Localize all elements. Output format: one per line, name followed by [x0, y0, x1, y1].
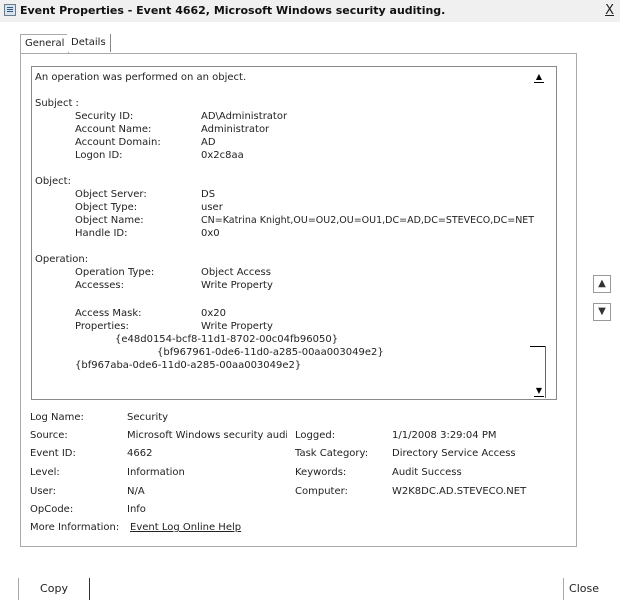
- access-mask-label: Access Mask:: [75, 308, 142, 319]
- close-button[interactable]: Close: [563, 578, 604, 600]
- log-name-label: Log Name:: [30, 412, 84, 423]
- subject-heading: Subject :: [35, 98, 79, 109]
- event-id-label: Event ID:: [30, 448, 76, 459]
- source-value: Microsoft Windows security auditii: [127, 430, 287, 441]
- security-id-value: AD\Administrator: [201, 111, 288, 122]
- event-id-value: 4662: [127, 448, 153, 459]
- object-heading: Object:: [35, 176, 71, 187]
- tab-general[interactable]: General: [20, 34, 70, 55]
- security-id-label: Security ID:: [75, 111, 134, 122]
- logged-value: 1/1/2008 3:29:04 PM: [392, 430, 497, 441]
- level-label: Level:: [30, 467, 60, 478]
- title-bar: Event Properties - Event 4662, Microsoft…: [0, 0, 620, 22]
- account-name-value: Administrator: [201, 124, 270, 135]
- account-name-label: Account Name:: [75, 124, 152, 135]
- user-value: N/A: [127, 486, 145, 497]
- object-type-label: Object Type:: [75, 202, 138, 213]
- accesses-label: Accesses:: [75, 280, 124, 291]
- keywords-label: Keywords:: [295, 467, 347, 478]
- property-guid-3: {bf967aba-0de6-11d0-a285-00aa003049e2}: [75, 360, 302, 371]
- computer-label: Computer:: [295, 486, 348, 497]
- arrow-up-icon: ▲: [598, 278, 606, 289]
- scroll-down-arrow-icon[interactable]: ▼: [534, 386, 544, 397]
- object-server-value: DS: [201, 189, 216, 200]
- event-log-online-help-link[interactable]: Event Log Online Help: [130, 522, 241, 533]
- operation-type-value: Object Access: [201, 267, 271, 278]
- previous-event-button[interactable]: ▲: [593, 275, 611, 293]
- operation-heading: Operation:: [35, 254, 89, 265]
- scroll-line: [530, 346, 546, 347]
- logged-label: Logged:: [295, 430, 336, 441]
- property-guid-1: {e48d0154-bcf8-11d1-8702-00c04fb96050}: [115, 334, 339, 345]
- source-label: Source:: [30, 430, 68, 441]
- window-title: Event Properties - Event 4662, Microsoft…: [20, 4, 446, 17]
- task-category-label: Task Category:: [295, 448, 369, 459]
- object-name-value: CN=Katrina Knight,OU=OU2,OU=OU1,DC=AD,DC…: [201, 215, 535, 226]
- property-guid-2: {bf967961-0de6-11d0-a285-00aa003049e2}: [157, 347, 384, 358]
- logon-id-label: Logon ID:: [75, 150, 123, 161]
- computer-value: W2K8DC.AD.STEVECO.NET: [392, 486, 527, 497]
- logon-id-value: 0x2c8aa: [201, 150, 244, 161]
- opcode-value: Info: [127, 504, 146, 515]
- log-name-value: Security: [127, 412, 169, 423]
- object-type-value: user: [201, 202, 223, 213]
- event-properties-icon: [4, 4, 16, 16]
- object-name-label: Object Name:: [75, 215, 144, 226]
- copy-button[interactable]: Copy: [18, 578, 90, 600]
- access-mask-value: 0x20: [201, 308, 227, 319]
- properties-label: Properties:: [75, 321, 129, 332]
- opcode-label: OpCode:: [30, 504, 74, 515]
- level-value: Information: [127, 467, 185, 478]
- account-domain-label: Account Domain:: [75, 137, 161, 148]
- object-server-label: Object Server:: [75, 189, 147, 200]
- more-information-label: More Information:: [30, 522, 120, 533]
- arrow-down-icon: ▼: [598, 306, 606, 317]
- handle-id-label: Handle ID:: [75, 228, 128, 239]
- task-category-value: Directory Service Access: [392, 448, 516, 459]
- scroll-line-right: [545, 346, 546, 398]
- next-event-button[interactable]: ▼: [593, 303, 611, 321]
- close-window-button[interactable]: X: [605, 3, 614, 18]
- account-domain-value: AD: [201, 137, 216, 148]
- keywords-value: Audit Success: [392, 467, 462, 478]
- handle-id-value: 0x0: [201, 228, 220, 239]
- properties-value: Write Property: [201, 321, 273, 332]
- operation-type-label: Operation Type:: [75, 267, 155, 278]
- tab-details[interactable]: Details: [67, 34, 111, 52]
- description-intro: An operation was performed on an object.: [35, 72, 247, 83]
- scroll-up-arrow-icon[interactable]: ▲: [534, 72, 544, 83]
- user-label: User:: [30, 486, 56, 497]
- accesses-value: Write Property: [201, 280, 273, 291]
